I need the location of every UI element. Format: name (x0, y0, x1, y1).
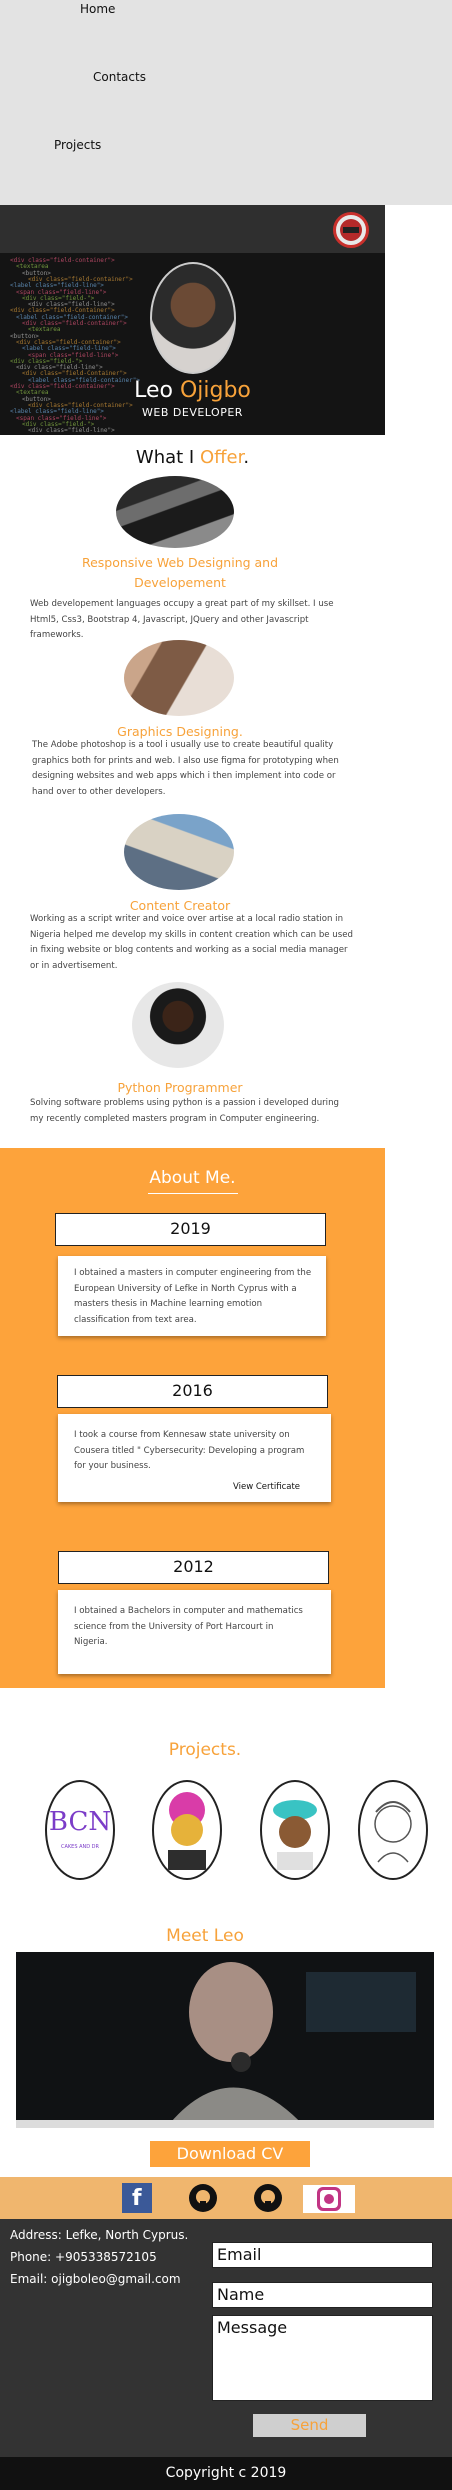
site-logo[interactable] (333, 212, 369, 248)
nav-home-link[interactable]: Home (80, 2, 115, 16)
offer-item-title: Python Programmer (117, 1080, 243, 1095)
contact-phone: Phone: +905338572105 (10, 2250, 157, 2264)
instagram-icon[interactable] (303, 2185, 355, 2213)
github-icon[interactable] (253, 2183, 283, 2213)
nav-projects-link[interactable]: Projects (54, 138, 101, 152)
about-title-underline (148, 1193, 238, 1194)
send-button[interactable]: Send (253, 2414, 366, 2437)
about-card-text: I took a course from Kennesaw state univ… (74, 1430, 305, 1471)
year-2012-box: 2012 (58, 1551, 329, 1584)
offer-title-accent: Offer (199, 447, 244, 468)
about-card-text: I obtained a Bachelors in computer and m… (74, 1606, 303, 1647)
contact-address: Address: Lefke, North Cyprus. (10, 2228, 189, 2242)
view-certificate-link[interactable]: View Certificate (233, 1482, 300, 1492)
download-cv-button[interactable]: Download CV (150, 2141, 310, 2167)
hero-last-name: Ojigbo (179, 378, 251, 403)
offer-item-text: Solving software problems using python i… (30, 1098, 339, 1124)
facebook-icon[interactable]: f (122, 2183, 152, 2213)
projects-title: Projects. (168, 1740, 242, 1760)
year-2016-box: 2016 (57, 1375, 328, 1408)
project-man-cap-illustration[interactable] (260, 1780, 330, 1880)
offer-title-text: What I (135, 447, 200, 468)
content-creator-image (124, 814, 234, 890)
copyright: Copyright c 2019 (0, 2457, 452, 2490)
github-icon[interactable] (188, 2183, 218, 2213)
hero-name: Leo Ojigbo (0, 378, 385, 403)
about-card-text: I obtained a masters in computer enginee… (74, 1268, 312, 1325)
nav-contacts-link[interactable]: Contacts (93, 70, 146, 84)
year-2019-box: 2019 (55, 1213, 326, 1246)
project-bgn-cakes[interactable]: BCN CAKES AND DR (45, 1780, 115, 1880)
social-bar (0, 2177, 452, 2219)
offer-title-period: . (243, 447, 250, 468)
about-title: About Me. (149, 1168, 236, 1188)
hero-role: WEB DEVELOPER (142, 406, 243, 419)
code-line: <div class="field-line"> (28, 427, 115, 435)
intro-video[interactable] (16, 1952, 434, 2128)
offer-item-text: The Adobe photoshop is a tool i usually … (32, 740, 339, 797)
offer-item-text: Working as a script writer and voice ove… (30, 914, 353, 971)
offer-item-title: Responsive Web Designing and Developemen… (81, 555, 279, 590)
top-navigation: Home Contacts Projects (0, 0, 452, 205)
offer-item-text: Web developement languages occupy a grea… (30, 599, 334, 640)
message-field[interactable]: Message (212, 2315, 433, 2401)
hero-first-name: Leo (134, 378, 180, 403)
project-man-sketch[interactable] (358, 1780, 428, 1880)
profile-photo (150, 262, 236, 374)
offer-section-title: What I Offer. (0, 447, 385, 468)
project-woman-illustration[interactable] (152, 1780, 222, 1880)
python-programmer-image (132, 982, 224, 1068)
name-field[interactable]: Name (212, 2282, 433, 2308)
project-logo-subtext: CAKES AND DR (60, 1844, 100, 1850)
project-logo-text: BCN (48, 1807, 112, 1837)
meet-title: Meet Leo (166, 1926, 244, 1946)
hero-top-bar (0, 205, 385, 253)
web-design-image (116, 476, 234, 548)
contact-email: Email: ojigboleo@gmail.com (10, 2272, 181, 2286)
graphics-design-image (124, 640, 234, 716)
email-field[interactable]: Email (212, 2242, 433, 2268)
